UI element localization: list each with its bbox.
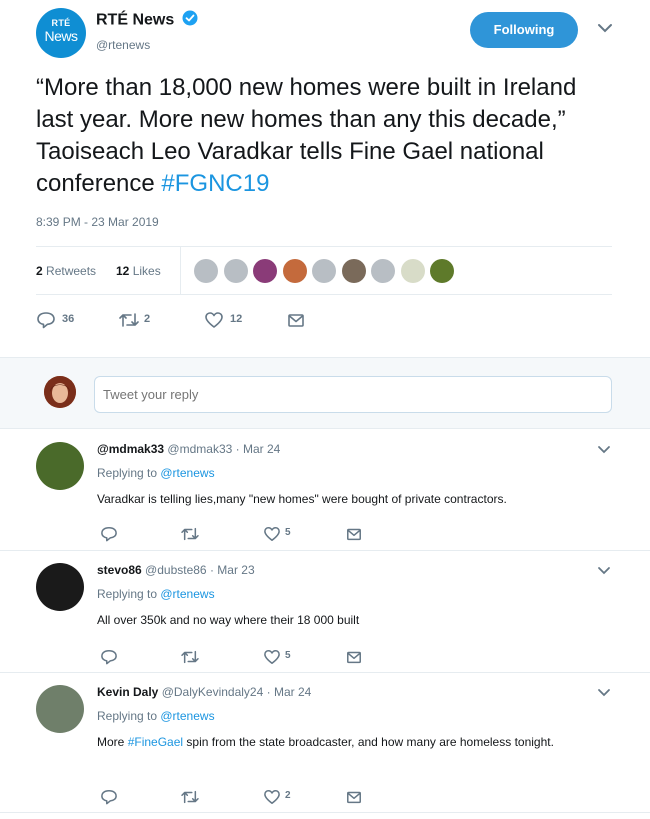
chevron-down-icon[interactable] (597, 566, 611, 576)
reply-tweet[interactable]: Kevin Daly @DalyKevindaly24 · Mar 24 Repl… (0, 673, 650, 813)
reply-author-name[interactable]: @mdmak33 (97, 442, 164, 456)
reply-avatar[interactable] (36, 442, 84, 490)
like-count: 5 (285, 527, 291, 538)
reply-date[interactable]: · Mar 24 (236, 442, 281, 456)
reply-actions: 5 (100, 648, 400, 666)
tweet-timestamp[interactable]: 8:39 PM - 23 Mar 2019 (36, 215, 159, 229)
liker-avatar[interactable] (430, 259, 454, 283)
reply-author-handle: @mdmak33 (167, 442, 233, 456)
tweet-header: RTÉ News RTÉ News @rtenews Following (36, 8, 626, 58)
hashtag-link[interactable]: #FineGael (128, 735, 183, 749)
reply-text: More #FineGael spin from the state broad… (97, 732, 607, 752)
chevron-down-icon[interactable] (597, 445, 611, 455)
chevron-down-icon[interactable] (597, 688, 611, 698)
reply-header: @mdmak33 @mdmak33 · Mar 24 (97, 442, 280, 456)
reply-tweet[interactable]: stevo86 @dubste86 · Mar 23 Replying to @r… (0, 551, 650, 673)
avatar-logo-line1: RTÉ (51, 18, 71, 28)
retweets-label: Retweets (46, 264, 97, 278)
reply-text-rest: spin from the state broadcaster, and how… (183, 735, 554, 749)
reply-author-handle: @DalyKevindaly24 (161, 685, 264, 699)
liker-avatar[interactable] (371, 259, 395, 283)
reply-text: All over 350k and no way where their 18 … (97, 610, 607, 630)
reply-author-name[interactable]: Kevin Daly (97, 685, 158, 699)
reply-text-body: More (97, 735, 128, 749)
avatar-logo-line2: News (44, 28, 78, 44)
replying-to-label: Replying to (97, 709, 161, 723)
retweets-count: 2 (36, 264, 43, 278)
stats-separator (180, 246, 181, 294)
like-count: 2 (285, 790, 291, 801)
reply-header: Kevin Daly @DalyKevindaly24 · Mar 24 (97, 685, 311, 699)
retweet-icon (119, 313, 139, 327)
tweet-actions: 36 2 12 (36, 310, 436, 330)
heart-icon (205, 312, 223, 328)
reply-author-name[interactable]: stevo86 (97, 563, 142, 577)
reply-actions: 2 (100, 788, 400, 806)
liker-avatar[interactable] (341, 259, 366, 283)
liker-avatar[interactable] (400, 259, 425, 283)
replying-to: Replying to @rtenews (97, 587, 215, 601)
reply-text-body: Varadkar is telling lies,many "new homes… (97, 492, 507, 506)
reply-input[interactable] (94, 376, 612, 413)
divider (36, 294, 612, 295)
avatar[interactable]: RTÉ News (36, 8, 86, 58)
reply-icon (37, 312, 55, 329)
reply-text-body: All over 350k and no way where their 18 … (97, 613, 360, 627)
author-block: RTÉ News @rtenews (96, 10, 198, 52)
reply-date[interactable]: · Mar 23 (210, 563, 255, 577)
replying-to-link[interactable]: @rtenews (160, 466, 214, 480)
likes-label: Likes (132, 264, 161, 278)
reply-actions: 5 (100, 525, 400, 543)
chevron-down-icon[interactable] (596, 22, 614, 34)
tweet-text-body: “More than 18,000 new homes were built i… (36, 74, 577, 197)
reply-date[interactable]: · Mar 24 (267, 685, 312, 699)
likes-stat[interactable]: 12 Likes (116, 264, 161, 278)
liker-avatar[interactable] (253, 259, 277, 283)
retweets-stat[interactable]: 2 Retweets (36, 264, 96, 278)
envelope-icon (288, 314, 304, 327)
replying-to: Replying to @rtenews (97, 709, 215, 723)
replying-to-link[interactable]: @rtenews (160, 587, 214, 601)
replying-to-label: Replying to (97, 587, 161, 601)
tweet-text: “More than 18,000 new homes were built i… (36, 72, 616, 200)
likes-count: 12 (116, 264, 130, 278)
retweet-count: 2 (144, 313, 151, 325)
like-count: 12 (230, 313, 243, 325)
reply-author-handle: @dubste86 (145, 563, 207, 577)
following-button[interactable]: Following (470, 12, 578, 48)
current-user-avatar[interactable] (44, 376, 76, 408)
reply-text: Varadkar is telling lies,many "new homes… (97, 489, 607, 509)
liker-avatar[interactable] (194, 259, 218, 283)
verified-badge-icon (182, 10, 198, 31)
reply-avatar[interactable] (36, 685, 84, 733)
reply-tweet[interactable]: @mdmak33 @mdmak33 · Mar 24 Replying to @r… (0, 430, 650, 551)
replying-to-link[interactable]: @rtenews (160, 709, 214, 723)
reply-avatar[interactable] (36, 563, 84, 611)
divider (0, 812, 650, 813)
author-handle: @rtenews (96, 38, 151, 52)
replying-to: Replying to @rtenews (97, 466, 215, 480)
hashtag-link[interactable]: #FGNC19 (161, 170, 269, 197)
reply-count: 36 (62, 313, 75, 325)
user-photo-icon (44, 376, 76, 408)
liker-avatar[interactable] (312, 259, 336, 283)
liker-avatar[interactable] (282, 259, 307, 283)
author-name[interactable]: RTÉ News (96, 12, 174, 29)
divider (36, 246, 612, 247)
tweet-stats: 2 Retweets 12 Likes (36, 246, 612, 294)
liker-avatar[interactable] (223, 259, 248, 283)
replying-to-label: Replying to (97, 466, 161, 480)
reply-header: stevo86 @dubste86 · Mar 23 (97, 563, 255, 577)
like-count: 5 (285, 650, 291, 661)
